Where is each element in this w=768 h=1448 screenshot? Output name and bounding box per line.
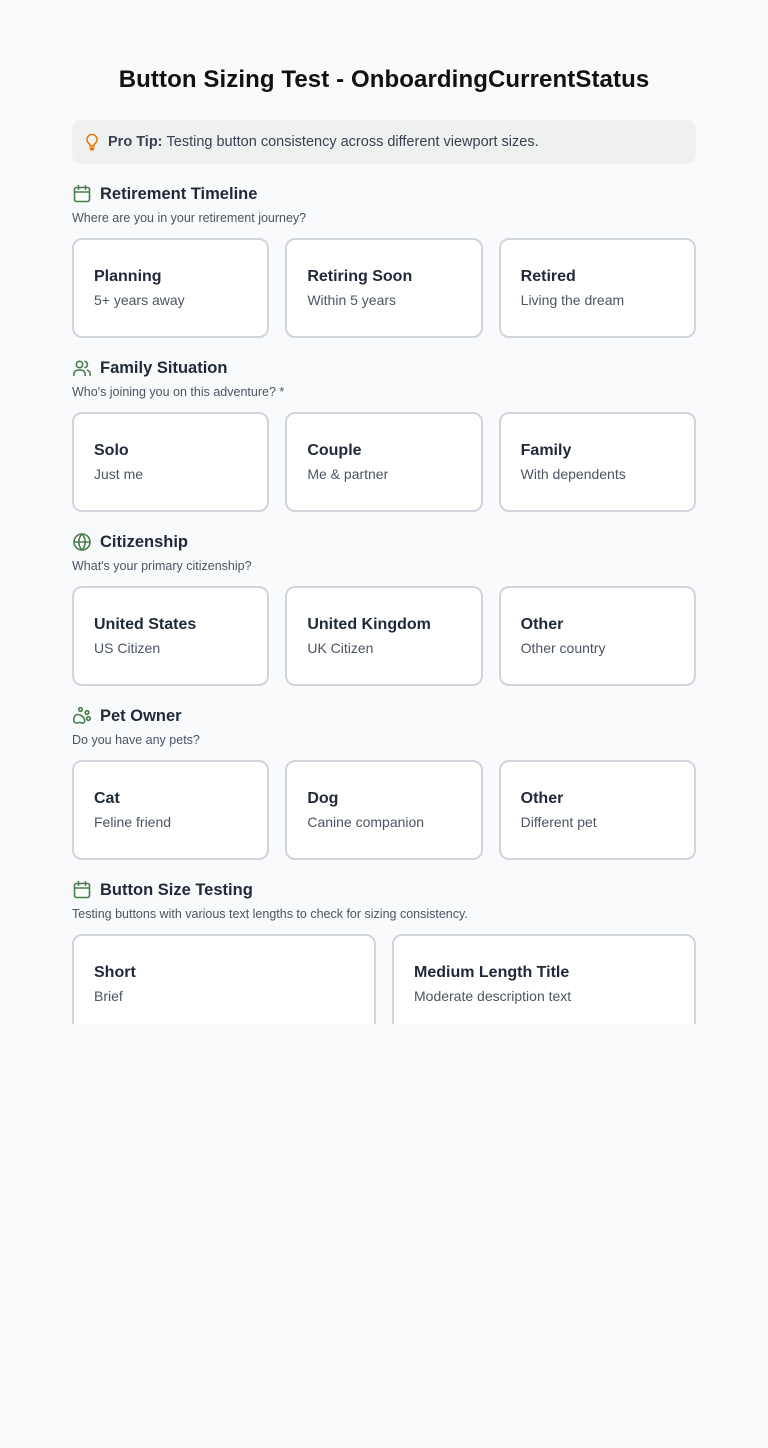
option-card-dog[interactable]: Dog Canine companion [285,760,483,860]
section-header: Button Size Testing [72,878,696,902]
option-card-medium-length[interactable]: Medium Length Title Moderate description… [392,934,696,1024]
section-pet-owner: Pet Owner Do you have any pets? Cat Feli… [72,704,696,860]
option-description: Other country [520,640,606,656]
paw-icon [72,706,92,726]
option-card-short[interactable]: Short Brief [72,934,376,1024]
users-icon [72,358,92,378]
option-title: United States [94,616,197,633]
option-group: Cat Feline friend Dog Canine companion O… [72,760,696,860]
option-description: UK Citizen [307,640,374,656]
option-description: 5+ years away [94,292,185,308]
option-title: Cat [94,790,120,807]
option-title: Planning [94,268,162,285]
main-content: Button Sizing Test - OnboardingCurrentSt… [72,0,696,1024]
section-subtitle: Testing buttons with various text length… [72,907,468,921]
option-description: With dependents [520,466,626,482]
section-retirement-timeline: Retirement Timeline Where are you in you… [72,182,696,338]
calendar-icon [72,184,92,204]
section-title: Button Size Testing [100,880,253,899]
option-card-cat[interactable]: Cat Feline friend [72,760,270,860]
option-card-couple[interactable]: Couple Me & partner [285,412,483,512]
option-title: United Kingdom [307,616,431,633]
page-title: Button Sizing Test - OnboardingCurrentSt… [118,66,650,93]
option-title: Family [520,442,572,459]
page: Button Sizing Test - OnboardingCurrentSt… [0,0,768,1448]
section-citizenship: Citizenship What's your primary citizens… [72,530,696,686]
option-description: Me & partner [307,466,389,482]
section-header: Citizenship [72,530,696,554]
option-card-united-kingdom[interactable]: United Kingdom UK Citizen [285,586,483,686]
option-title: Other [520,790,564,807]
option-title: Short [94,964,136,981]
section-subtitle: Do you have any pets? [72,733,200,747]
option-title: Dog [307,790,339,807]
option-card-retired[interactable]: Retired Living the dream [498,238,696,338]
section-title: Pet Owner [100,706,182,725]
section-header: Retirement Timeline [72,182,696,206]
option-group: Planning 5+ years away Retiring Soon Wit… [72,238,696,338]
section-family-situation: Family Situation Who's joining you on th… [72,356,696,512]
option-group: Solo Just me Couple Me & partner Family … [72,412,696,512]
option-card-family[interactable]: Family With dependents [498,412,696,512]
option-title: Couple [307,442,362,459]
section-title: Retirement Timeline [100,184,258,203]
section-subtitle: Where are you in your retirement journey… [72,211,307,225]
option-group: Short Brief Medium Length Title Moderate… [72,934,696,1024]
option-title: Retiring Soon [307,268,413,285]
option-description: Brief [94,988,123,1004]
option-card-planning[interactable]: Planning 5+ years away [72,238,270,338]
option-title: Retired [520,268,576,285]
option-description: Moderate description text [414,988,572,1004]
option-card-retiring-soon[interactable]: Retiring Soon Within 5 years [285,238,483,338]
option-description: Just me [94,466,144,482]
pro-tip-label: Pro Tip: [108,134,163,150]
option-card-other-country[interactable]: Other Other country [498,586,696,686]
option-description: Canine companion [307,814,425,830]
option-title: Solo [94,442,129,459]
section-title: Citizenship [100,532,189,551]
option-group: United States US Citizen United Kingdom … [72,586,696,686]
pro-tip-text: Testing button consistency across differ… [166,134,539,150]
option-description: Living the dream [520,292,625,308]
option-description: US Citizen [94,640,161,656]
option-description: Feline friend [94,814,172,830]
option-title: Medium Length Title [414,964,570,981]
viewport: Button Sizing Test - OnboardingCurrentSt… [0,0,768,1024]
option-card-solo[interactable]: Solo Just me [72,412,270,512]
calendar-icon [72,880,92,900]
option-card-united-states[interactable]: United States US Citizen [72,586,270,686]
pro-tip-banner: Pro Tip: Testing button consistency acro… [72,120,696,164]
section-header: Family Situation [72,356,696,380]
section-subtitle: Who's joining you on this adventure? * [72,385,285,399]
option-card-other-pet[interactable]: Other Different pet [498,760,696,860]
option-title: Other [520,616,564,633]
globe-icon [72,532,92,552]
option-description: Within 5 years [307,292,397,308]
option-description: Different pet [520,814,597,830]
section-header: Pet Owner [72,704,696,728]
section-subtitle: What's your primary citizenship? [72,559,252,573]
section-title: Family Situation [100,358,228,377]
lightbulb-icon [84,133,100,151]
section-button-size-testing: Button Size Testing Testing buttons with… [72,878,696,1024]
